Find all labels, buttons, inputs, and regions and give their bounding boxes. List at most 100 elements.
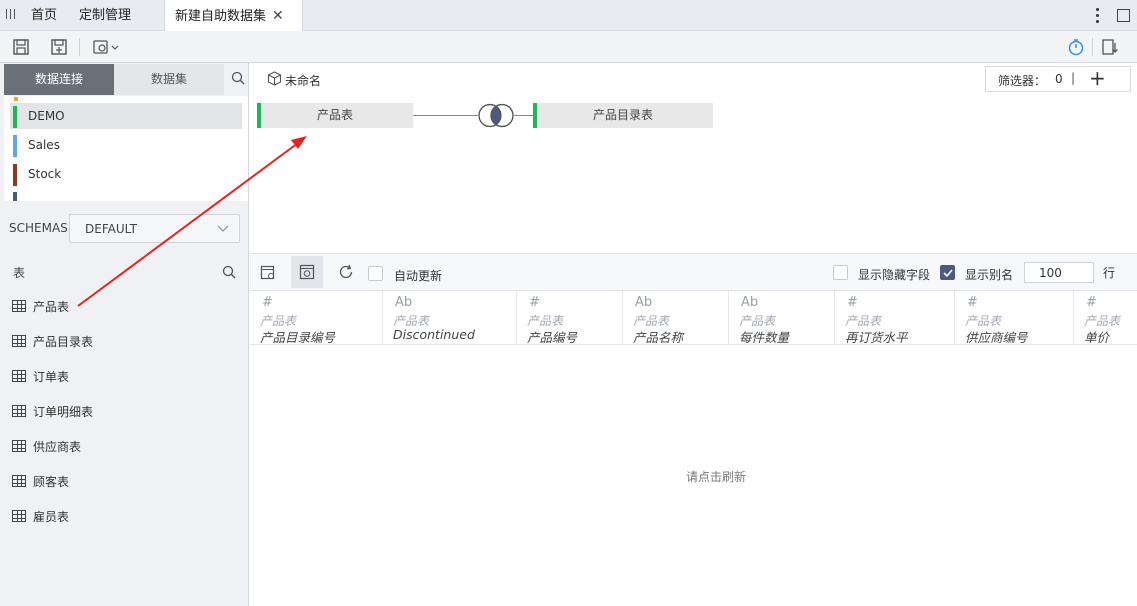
tab-new-dataset-label: 新建自助数据集 xyxy=(175,9,267,24)
table-item-label: 产品表 xyxy=(33,300,70,314)
check-icon xyxy=(943,269,953,278)
filter-count: 0 xyxy=(1055,72,1063,86)
connection-item-sales[interactable]: Sales xyxy=(10,132,242,158)
field-name: 每件数量 xyxy=(739,330,790,345)
table-icon xyxy=(12,335,26,347)
preview-toolbar: 自动更新 显示隐藏字段 显示别名 行 xyxy=(250,253,1137,291)
show-alias-checkbox[interactable] xyxy=(940,265,955,280)
field-type-icon: # xyxy=(1086,295,1097,310)
field-type-icon: # xyxy=(529,295,540,310)
tab-dataset[interactable]: 数据集 xyxy=(114,64,224,95)
tab-bar: 首页 定制管理 新建自助数据集 ✕ xyxy=(0,0,1137,31)
table-icon xyxy=(12,300,26,312)
table-node-right[interactable]: 产品目录表 xyxy=(533,103,713,128)
field-name: 单价 xyxy=(1084,330,1110,345)
table-node-left[interactable]: 产品表 xyxy=(257,103,413,128)
refresh-icon[interactable] xyxy=(338,264,354,280)
tab-new-dataset[interactable]: 新建自助数据集 ✕ xyxy=(164,0,303,31)
table-item-label: 订单明细表 xyxy=(33,405,94,419)
close-icon[interactable]: ✕ xyxy=(272,0,284,32)
main-toolbar xyxy=(0,31,1137,63)
export-icon[interactable] xyxy=(1101,38,1119,56)
connection-label: DEMO xyxy=(28,109,65,123)
connection-color-bar xyxy=(13,106,17,128)
show-alias-label: 显示别名 xyxy=(965,268,1014,282)
filter-label: 筛选器： xyxy=(998,74,1047,88)
grid-column-header[interactable]: Ab 产品表 Discontinued xyxy=(383,291,517,344)
auto-update-checkbox[interactable] xyxy=(368,266,383,281)
auto-update-label: 自动更新 xyxy=(394,269,443,283)
tab-home[interactable]: 首页 xyxy=(31,0,57,31)
table-icon xyxy=(12,370,26,382)
grid-column-header[interactable]: # 产品表 产品目录编号 xyxy=(250,291,383,345)
field-type-icon: # xyxy=(847,295,858,310)
join-line xyxy=(413,115,478,116)
tab-data-connection[interactable]: 数据连接 xyxy=(4,64,114,95)
empty-preview-message: 请点击刷新 xyxy=(686,470,747,484)
table-icon xyxy=(12,440,26,452)
field-type-icon: Ab xyxy=(395,295,413,310)
connection-color-marker xyxy=(14,97,18,101)
table-node-right-label: 产品目录表 xyxy=(592,108,653,122)
filter-separator: | xyxy=(1071,71,1076,85)
node-color-bar xyxy=(533,103,537,128)
toolbar-divider xyxy=(1092,38,1093,56)
save-as-icon[interactable] xyxy=(50,38,68,56)
field-name: 产品目录编号 xyxy=(260,330,336,345)
table-item-label: 产品目录表 xyxy=(33,335,94,349)
table-node-left-label: 产品表 xyxy=(316,108,353,122)
dataset-name[interactable]: 未命名 xyxy=(285,72,321,89)
table-icon xyxy=(12,475,26,487)
cube-icon xyxy=(267,71,282,86)
table-item-label: 顾客表 xyxy=(33,475,70,489)
field-type-icon: Ab xyxy=(635,295,653,310)
table-item-label: 订单表 xyxy=(33,370,70,384)
filter-box: 筛选器： 0 | + xyxy=(985,66,1131,92)
field-name: Discontinued xyxy=(393,327,475,342)
more-options-icon[interactable] xyxy=(1093,6,1103,26)
connection-list: DEMO Sales Stock xyxy=(4,96,248,201)
maximize-icon[interactable] xyxy=(1117,9,1130,22)
connection-color-bar xyxy=(13,135,17,157)
show-hidden-label: 显示隐藏字段 xyxy=(858,268,931,282)
field-type-icon: # xyxy=(262,295,273,310)
grid-column-header[interactable]: Ab 产品表 产品名称 xyxy=(623,291,729,344)
grid-column-header[interactable]: # 产品表 产品编号 xyxy=(517,291,623,345)
connection-item-demo[interactable]: DEMO xyxy=(10,103,242,129)
tables-label: 表 xyxy=(13,266,26,280)
schema-select[interactable]: DEFAULT xyxy=(69,214,240,243)
toolbar-divider xyxy=(79,38,80,56)
search-icon[interactable] xyxy=(231,71,245,85)
add-filter-button[interactable]: + xyxy=(1089,66,1106,90)
row-limit-unit: 行 xyxy=(1103,266,1116,280)
preview-grid-header: # 产品表 产品目录编号 Ab 产品表 Discontinued # 产品表 产品编号 Ab 产品表… xyxy=(250,291,1137,345)
timer-icon[interactable] xyxy=(1067,38,1085,56)
tab-custom-management[interactable]: 定制管理 xyxy=(79,0,131,31)
menu-grip-icon[interactable] xyxy=(6,9,15,21)
field-name: 产品编号 xyxy=(527,330,578,345)
grid-column-header[interactable]: # 产品表 供应商编号 xyxy=(955,291,1074,344)
schema-value: DEFAULT xyxy=(85,222,137,236)
row-limit-input[interactable] xyxy=(1024,262,1094,283)
show-hidden-checkbox[interactable] xyxy=(833,265,848,280)
preview-mode-button[interactable] xyxy=(291,256,323,288)
connection-label: Sales xyxy=(28,138,60,152)
left-panel: 数据连接 数据集 DEMO Sales Stock SCHEMAS DEFAUL… xyxy=(0,63,249,606)
field-settings-icon[interactable] xyxy=(260,265,276,281)
table-icon xyxy=(12,405,26,417)
connection-item-stock[interactable]: Stock xyxy=(10,161,242,187)
grid-column-header[interactable]: # 产品表 单价 xyxy=(1074,291,1137,345)
preview-icon xyxy=(299,264,315,280)
schemas-label: SCHEMAS xyxy=(9,221,68,235)
settings-dropdown-icon[interactable] xyxy=(92,38,120,56)
grid-column-header[interactable]: Ab 产品表 每件数量 xyxy=(729,291,835,345)
field-type-icon: Ab xyxy=(741,295,759,310)
node-color-bar xyxy=(257,103,261,128)
inner-join-icon[interactable] xyxy=(477,103,515,128)
table-item-label: 雇员表 xyxy=(33,510,70,524)
chevron-down-icon xyxy=(217,225,229,232)
grid-column-header[interactable]: # 产品表 再订货水平 xyxy=(835,291,955,344)
save-icon[interactable] xyxy=(12,38,30,56)
table-search-icon[interactable] xyxy=(222,265,236,279)
connection-color-bar xyxy=(13,192,17,201)
